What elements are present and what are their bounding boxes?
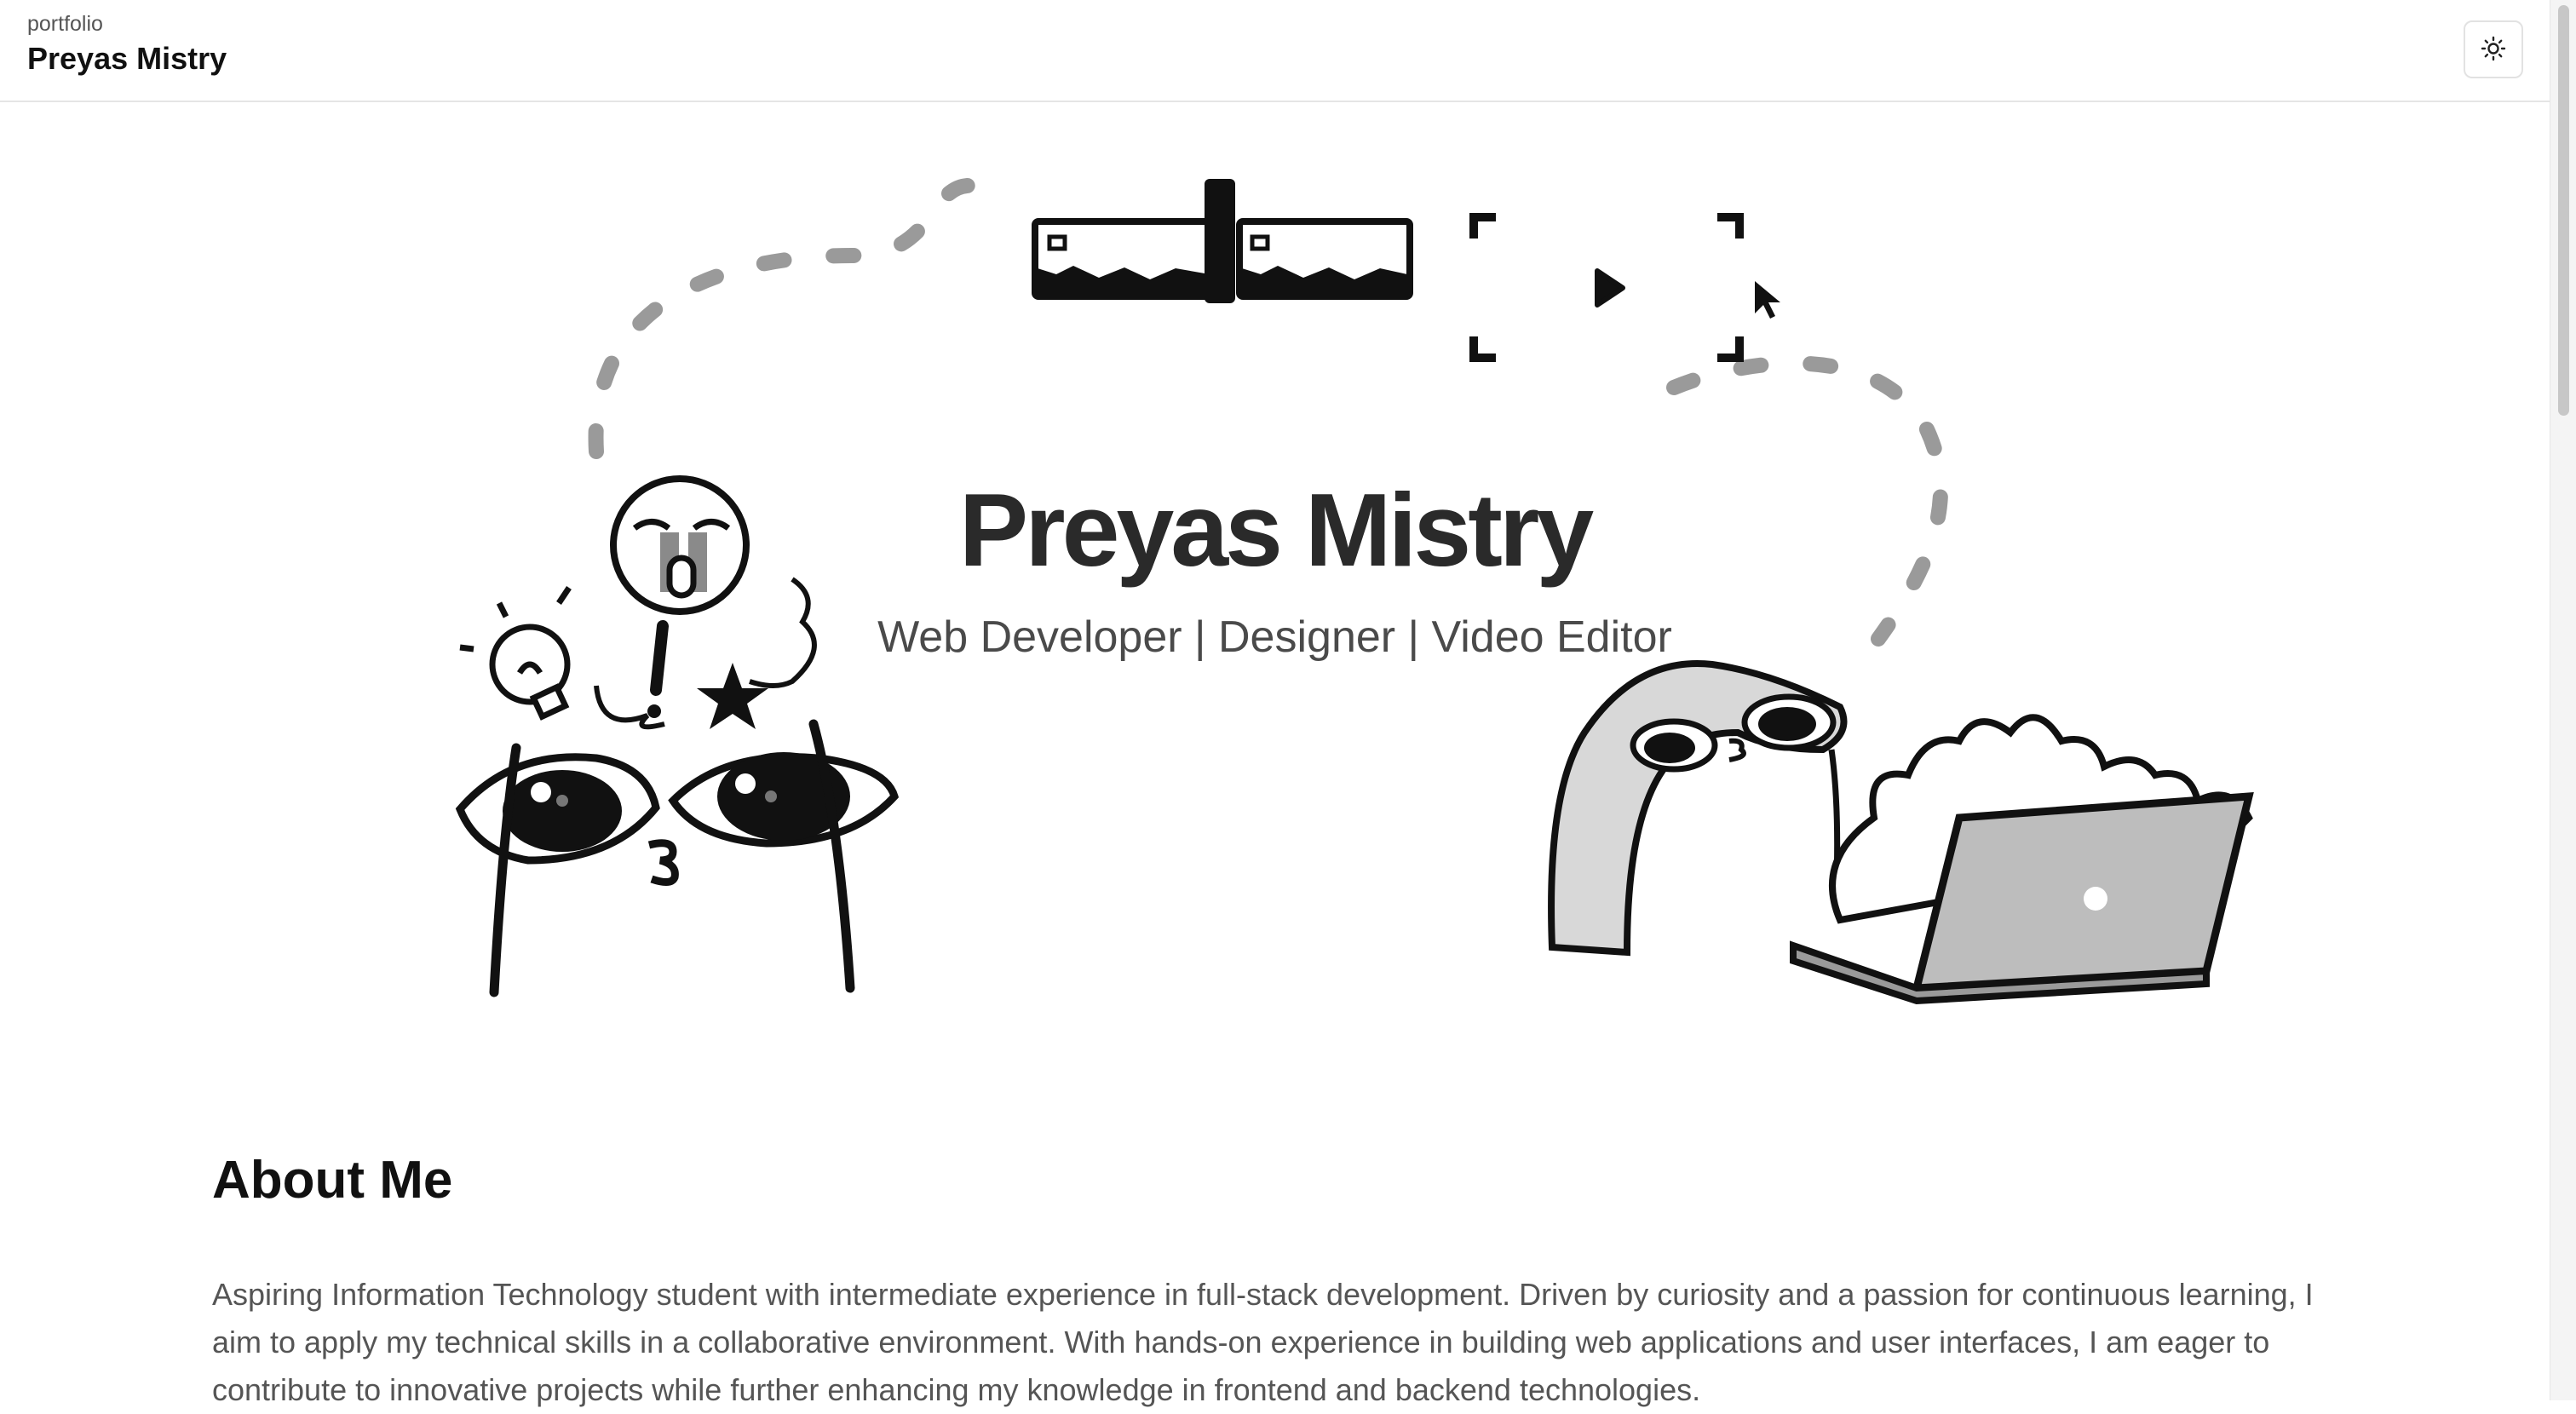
eyes-character	[455, 719, 900, 997]
site-title[interactable]: Preyas Mistry	[27, 41, 227, 77]
theme-toggle-button[interactable]	[2464, 20, 2523, 78]
star-icon	[697, 663, 768, 729]
scrollbar[interactable]	[2550, 0, 2576, 1400]
laptop-icon	[1790, 714, 2254, 1005]
play-icon	[1595, 268, 1625, 308]
hero-roles: Web Developer | Designer | Video Editor	[877, 612, 1672, 662]
scrollbar-thumb[interactable]	[2558, 5, 2569, 416]
site-subtitle: portfolio	[27, 12, 103, 36]
top-bar: portfolio Preyas Mistry	[0, 0, 2550, 102]
worm-character	[1548, 660, 1848, 957]
video-player-icon	[1032, 179, 1413, 303]
cursor-icon	[1755, 281, 1780, 319]
hero-name: Preyas Mistry	[958, 472, 1594, 588]
about-title: About Me	[212, 1151, 453, 1210]
sun-icon	[2481, 36, 2506, 64]
about-text: Aspiring Information Technology student …	[212, 1277, 2314, 1407]
